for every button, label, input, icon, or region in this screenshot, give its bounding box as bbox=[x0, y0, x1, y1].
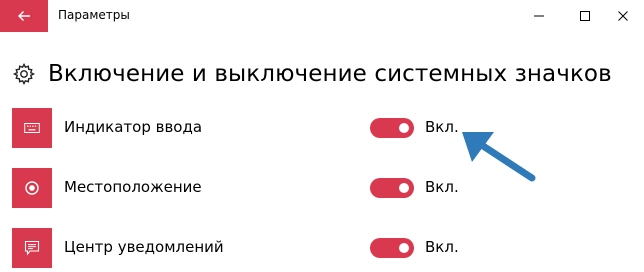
window-title: Параметры bbox=[58, 8, 130, 22]
notification-icon bbox=[24, 240, 40, 256]
back-arrow-icon bbox=[18, 11, 30, 21]
toggle-state-label: Вкл. bbox=[425, 238, 459, 256]
close-button[interactable] bbox=[600, 0, 644, 32]
page-header: Включение и выключение системных значков bbox=[12, 54, 612, 94]
list-item-notification-center: Центр уведомлений Вкл. bbox=[12, 228, 632, 268]
page-title: Включение и выключение системных значков bbox=[48, 61, 612, 87]
location-tile bbox=[12, 168, 52, 208]
keyboard-icon bbox=[24, 123, 40, 133]
back-button[interactable] bbox=[0, 0, 48, 32]
item-label: Индикатор ввода bbox=[64, 118, 203, 136]
toggle-switch[interactable] bbox=[370, 178, 414, 198]
toggle-knob bbox=[399, 123, 409, 133]
annotation-arrow-icon bbox=[462, 132, 536, 182]
minimize-icon bbox=[534, 15, 544, 17]
item-label: Местоположение bbox=[64, 178, 202, 196]
maximize-icon bbox=[580, 11, 590, 21]
location-icon bbox=[25, 181, 39, 195]
toggle-switch[interactable] bbox=[370, 238, 414, 258]
keyboard-tile bbox=[12, 108, 52, 148]
notification-tile bbox=[12, 228, 52, 268]
toggle-knob bbox=[399, 243, 409, 253]
toggle-switch[interactable] bbox=[370, 118, 414, 138]
close-icon bbox=[618, 11, 628, 21]
minimize-button[interactable] bbox=[516, 0, 562, 32]
title-bar: Параметры bbox=[0, 0, 644, 32]
gear-icon bbox=[12, 62, 36, 86]
toggle-knob bbox=[399, 183, 409, 193]
item-label: Центр уведомлений bbox=[64, 238, 224, 256]
